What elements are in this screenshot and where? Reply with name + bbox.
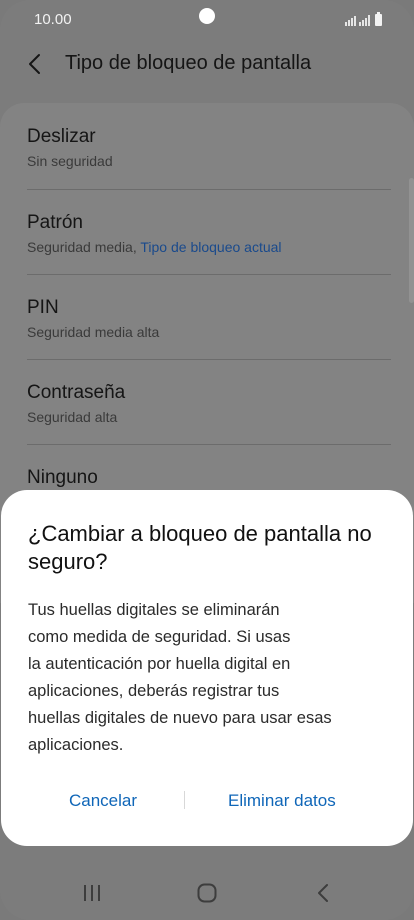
front-camera-icon bbox=[199, 8, 215, 24]
dialog-message-line: la autenticación por huella digital en bbox=[28, 655, 291, 673]
lock-option-swipe[interactable]: Deslizar Sin seguridad bbox=[27, 103, 391, 188]
chevron-left-icon[interactable] bbox=[24, 52, 48, 76]
lock-option-subtitle-text: Seguridad media, bbox=[27, 239, 141, 255]
lock-option-pin[interactable]: PIN Seguridad media alta bbox=[27, 274, 391, 359]
lock-option-subtitle-text: Seguridad media alta bbox=[27, 324, 160, 340]
delete-data-button[interactable]: Eliminar datos bbox=[228, 786, 336, 816]
lock-option-subtitle: Seguridad media, Tipo de bloqueo actual bbox=[27, 239, 282, 255]
dialog-message-line: como medida de seguridad. Si usas bbox=[28, 628, 291, 646]
dialog-message-line: Tus huellas digitales se eliminarán bbox=[28, 601, 280, 619]
status-bar: 10.00 bbox=[0, 0, 414, 38]
home-icon[interactable] bbox=[197, 883, 217, 903]
dialog-message-line: aplicaciones, deberás registrar tus bbox=[28, 682, 280, 700]
current-lock-label: Tipo de bloqueo actual bbox=[140, 239, 282, 255]
wifi-signal-icon bbox=[345, 14, 356, 26]
cancel-button[interactable]: Cancelar bbox=[69, 786, 137, 816]
lock-option-subtitle-text: Seguridad alta bbox=[27, 409, 118, 425]
navigation-bar bbox=[0, 864, 414, 920]
dialog-button-row: Cancelar Eliminar datos bbox=[1, 786, 413, 816]
recents-icon[interactable] bbox=[82, 884, 102, 902]
phone-screen: 10.00 Tipo de bloqueo de pantalla Desliz… bbox=[0, 0, 414, 920]
lock-option-title: Contraseña bbox=[27, 382, 126, 403]
back-icon[interactable] bbox=[314, 883, 332, 903]
lock-option-pattern[interactable]: Patrón Seguridad media, Tipo de bloqueo … bbox=[27, 189, 391, 274]
lock-option-title: Deslizar bbox=[27, 126, 96, 147]
battery-icon bbox=[375, 12, 382, 26]
dialog-title: ¿Cambiar a bloqueo de pantalla no seguro… bbox=[28, 521, 372, 574]
dialog-message: Tus huellas digitales se eliminarán como… bbox=[28, 597, 378, 759]
dialog-message-line: aplicaciones. bbox=[28, 736, 124, 754]
lock-option-subtitle: Seguridad media alta bbox=[27, 324, 159, 340]
button-separator bbox=[184, 791, 185, 809]
lock-option-title: PIN bbox=[27, 297, 59, 318]
page-title: Tipo de bloqueo de pantalla bbox=[65, 52, 312, 74]
dialog-message-line: huellas digitales de nuevo para usar esa… bbox=[28, 709, 332, 727]
cell-signal-icon bbox=[359, 14, 370, 26]
scrollbar-thumb[interactable] bbox=[409, 178, 414, 303]
lock-option-subtitle: Seguridad alta bbox=[27, 409, 117, 425]
status-icons bbox=[345, 12, 382, 26]
unsecure-lock-dialog: ¿Cambiar a bloqueo de pantalla no seguro… bbox=[1, 490, 413, 846]
lock-option-title: Ninguno bbox=[27, 467, 98, 488]
lock-option-title: Patrón bbox=[27, 212, 83, 233]
app-header: Tipo de bloqueo de pantalla bbox=[0, 44, 414, 84]
lock-option-subtitle: Sin seguridad bbox=[27, 153, 113, 169]
status-time: 10.00 bbox=[34, 11, 72, 28]
lock-option-subtitle-text: Sin seguridad bbox=[27, 153, 113, 169]
lock-option-password[interactable]: Contraseña Seguridad alta bbox=[27, 359, 391, 444]
